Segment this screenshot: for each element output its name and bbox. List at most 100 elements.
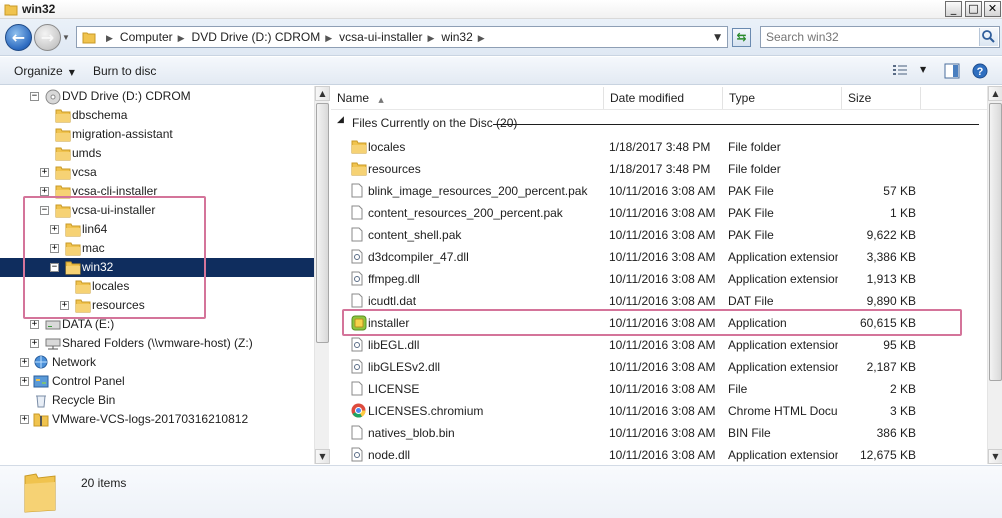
tree-item[interactable]: + VMware-VCS-logs-20170316210812 bbox=[0, 410, 314, 429]
tree-item[interactable]: − win32 bbox=[0, 258, 314, 277]
tree-item[interactable]: + Control Panel bbox=[0, 372, 314, 391]
expand-icon[interactable]: + bbox=[20, 377, 29, 386]
file-row[interactable]: LICENSES.chromium 10/11/2016 3:08 AM Chrom… bbox=[331, 400, 987, 422]
tree-item[interactable]: Recycle Bin bbox=[0, 391, 314, 410]
navigation-scrollbar[interactable]: ▲ ▼ bbox=[314, 86, 330, 464]
expand-icon[interactable]: + bbox=[30, 320, 39, 329]
collapse-icon[interactable]: − bbox=[40, 206, 49, 215]
breadcrumb-vcsa-ui-installer[interactable]: vcsa-ui-installer bbox=[339, 30, 422, 44]
file-size: 386 KB bbox=[876, 426, 916, 440]
recent-pages-dropdown[interactable]: ▼ bbox=[62, 33, 70, 42]
tree-item[interactable]: + Shared Folders (\\vmware-host) (Z:) bbox=[0, 334, 314, 353]
tree-item[interactable]: + mac bbox=[0, 239, 314, 258]
file-type: BIN File bbox=[728, 426, 771, 440]
expand-icon[interactable]: + bbox=[40, 187, 49, 196]
tree-item[interactable]: dbschema bbox=[0, 106, 314, 125]
file-row[interactable]: node.dll 10/11/2016 3:08 AM Application ex… bbox=[331, 444, 987, 464]
column-header-name[interactable]: Name ▲ bbox=[331, 87, 604, 109]
file-row[interactable]: blink_image_resources_200_percent.pak 10/… bbox=[331, 180, 987, 202]
file-date: 10/11/2016 3:08 AM bbox=[609, 448, 716, 462]
close-button[interactable]: ✕ bbox=[984, 1, 1001, 17]
address-field[interactable]: ▶ Computer ▶ DVD Drive (D:) CDROM ▶ vcsa-ui-i… bbox=[76, 26, 728, 48]
collapse-icon[interactable]: − bbox=[30, 92, 39, 101]
column-header-date[interactable]: Date modified bbox=[604, 87, 723, 109]
maximize-button[interactable]: □ bbox=[965, 1, 982, 17]
tree-item[interactable]: migration-assistant bbox=[0, 125, 314, 144]
tree-item-label: lin64 bbox=[82, 222, 108, 236]
expand-icon[interactable]: + bbox=[30, 339, 39, 348]
collapse-icon[interactable]: − bbox=[50, 263, 59, 272]
help-icon[interactable]: ? bbox=[972, 63, 988, 82]
refresh-button[interactable]: ⇆ bbox=[732, 28, 751, 47]
scroll-down-button[interactable]: ▼ bbox=[988, 449, 1002, 464]
scroll-thumb[interactable] bbox=[989, 103, 1002, 381]
view-dropdown-icon[interactable]: ▼ bbox=[920, 65, 926, 74]
view-options-icon[interactable] bbox=[892, 63, 908, 80]
breadcrumb-computer[interactable]: Computer bbox=[120, 30, 173, 44]
file-row[interactable]: installer 10/11/2016 3:08 AM Application 60… bbox=[331, 312, 987, 334]
tree-item[interactable]: umds bbox=[0, 144, 314, 163]
breadcrumb-dvd-drive[interactable]: DVD Drive (D:) CDROM bbox=[192, 30, 321, 44]
file-date: 10/11/2016 3:08 AM bbox=[609, 338, 716, 352]
tree-item[interactable]: locales bbox=[0, 277, 314, 296]
file-row[interactable]: ffmpeg.dll 10/11/2016 3:08 AM Application … bbox=[331, 268, 987, 290]
forward-button[interactable]: → bbox=[34, 24, 61, 51]
folder-icon bbox=[82, 30, 96, 47]
tree-item[interactable]: + Network bbox=[0, 353, 314, 372]
expand-icon[interactable]: + bbox=[60, 301, 69, 310]
breadcrumb-win32[interactable]: win32 bbox=[441, 30, 472, 44]
scroll-up-button[interactable]: ▲ bbox=[315, 86, 330, 101]
file-type: PAK File bbox=[728, 206, 774, 220]
tree-item[interactable]: + vcsa-cli-installer bbox=[0, 182, 314, 201]
tree-item[interactable]: − DVD Drive (D:) CDROM bbox=[0, 87, 314, 106]
file-name: content_shell.pak bbox=[368, 228, 462, 242]
minimize-button[interactable]: _ bbox=[945, 1, 962, 17]
file-row[interactable]: d3dcompiler_47.dll 10/11/2016 3:08 AM Appl… bbox=[331, 246, 987, 268]
search-input[interactable] bbox=[764, 28, 974, 46]
file-row[interactable]: LICENSE 10/11/2016 3:08 AM File 2 KB bbox=[331, 378, 987, 400]
address-dropdown-icon[interactable]: ▼ bbox=[714, 28, 721, 48]
file-row[interactable]: locales 1/18/2017 3:48 PM File folder bbox=[331, 136, 987, 158]
file-row[interactable]: libGLESv2.dll 10/11/2016 3:08 AM Applicati… bbox=[331, 356, 987, 378]
organize-menu[interactable]: Organize ▼ bbox=[14, 64, 75, 78]
scroll-up-button[interactable]: ▲ bbox=[988, 86, 1002, 101]
expand-icon[interactable]: + bbox=[40, 168, 49, 177]
column-header-type[interactable]: Type bbox=[723, 87, 842, 109]
file-row[interactable]: libEGL.dll 10/11/2016 3:08 AM Application … bbox=[331, 334, 987, 356]
file-row[interactable]: icudtl.dat 10/11/2016 3:08 AM DAT File 9,89… bbox=[331, 290, 987, 312]
expand-icon[interactable]: + bbox=[20, 358, 29, 367]
file-row[interactable]: resources 1/18/2017 3:48 PM File folder bbox=[331, 158, 987, 180]
back-button[interactable]: ← bbox=[5, 24, 32, 51]
file-list-scrollbar[interactable]: ▲ ▼ bbox=[987, 86, 1002, 464]
tree-item[interactable]: + DATA (E:) bbox=[0, 315, 314, 334]
tree-item[interactable]: + resources bbox=[0, 296, 314, 315]
expand-icon[interactable]: + bbox=[20, 415, 29, 424]
burn-to-disc-button[interactable]: Burn to disc bbox=[93, 64, 156, 78]
preview-pane-icon[interactable] bbox=[944, 63, 960, 82]
expand-icon[interactable]: + bbox=[50, 225, 59, 234]
scroll-down-button[interactable]: ▼ bbox=[315, 449, 330, 464]
collapse-group-icon[interactable]: ◢ bbox=[337, 115, 344, 125]
chevron-right-icon[interactable]: ▶ bbox=[325, 34, 332, 44]
tree-item[interactable]: + lin64 bbox=[0, 220, 314, 239]
scroll-thumb[interactable] bbox=[316, 103, 329, 343]
chevron-right-icon[interactable]: ▶ bbox=[427, 34, 434, 44]
tree-item[interactable]: + vcsa bbox=[0, 163, 314, 182]
file-row[interactable]: content_shell.pak 10/11/2016 3:08 AM PAK F… bbox=[331, 224, 987, 246]
file-name: installer bbox=[368, 316, 410, 330]
expand-icon[interactable]: + bbox=[50, 244, 59, 253]
chevron-right-icon[interactable]: ▶ bbox=[178, 34, 185, 44]
search-box[interactable] bbox=[760, 26, 1000, 48]
tree-item-label: DVD Drive (D:) CDROM bbox=[62, 89, 191, 103]
tree-item[interactable]: − vcsa-ui-installer bbox=[0, 201, 314, 220]
chevron-right-icon[interactable]: ▶ bbox=[478, 34, 485, 44]
search-icon[interactable] bbox=[979, 28, 998, 46]
sort-up-icon: ▲ bbox=[378, 96, 384, 104]
file-size: 95 KB bbox=[883, 338, 916, 352]
file-date: 1/18/2017 3:48 PM bbox=[609, 140, 711, 154]
file-row[interactable]: content_resources_200_percent.pak 10/11/2… bbox=[331, 202, 987, 224]
chevron-right-icon[interactable]: ▶ bbox=[106, 34, 113, 44]
file-row[interactable]: natives_blob.bin 10/11/2016 3:08 AM BIN Fi… bbox=[331, 422, 987, 444]
column-header-size[interactable]: Size bbox=[842, 87, 921, 109]
zip-folder-icon bbox=[33, 412, 49, 433]
